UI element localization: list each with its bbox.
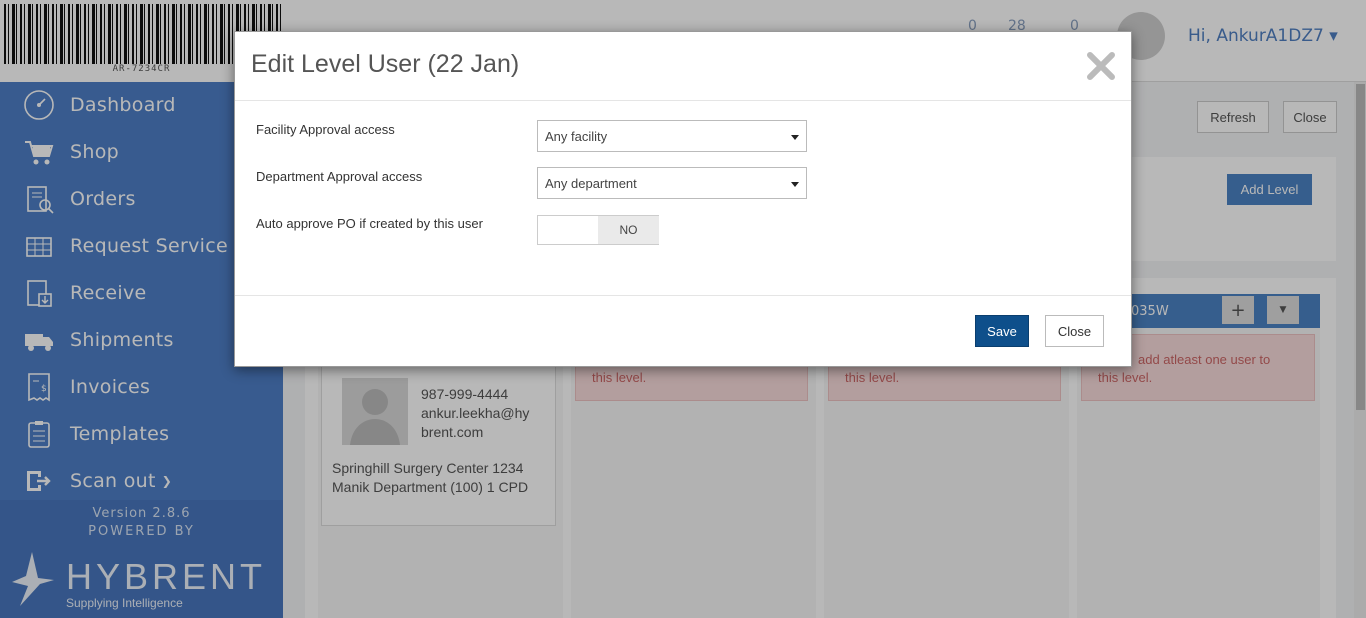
close-button[interactable]: Close: [1045, 315, 1104, 347]
toggle-state: NO: [598, 216, 659, 244]
save-button[interactable]: Save: [975, 315, 1029, 347]
modal-header: Edit Level User (22 Jan): [235, 32, 1131, 101]
auto-approve-toggle[interactable]: NO: [537, 215, 659, 245]
modal-title: Edit Level User (22 Jan): [251, 50, 520, 78]
auto-approve-label: Auto approve PO if created by this user: [256, 216, 483, 231]
department-approval-value: Any department: [545, 175, 637, 191]
caret-down-icon: [791, 182, 799, 187]
department-approval-select[interactable]: Any department: [537, 167, 807, 199]
edit-level-user-modal: Edit Level User (22 Jan) Facility Approv…: [234, 31, 1132, 367]
close-icon[interactable]: [1085, 50, 1117, 82]
modal-footer-divider: [235, 295, 1131, 296]
facility-approval-select[interactable]: Any facility: [537, 120, 807, 152]
department-approval-label: Department Approval access: [256, 169, 423, 184]
facility-approval-label: Facility Approval access: [256, 122, 395, 137]
caret-down-icon: [791, 135, 799, 140]
facility-approval-value: Any facility: [545, 128, 608, 144]
